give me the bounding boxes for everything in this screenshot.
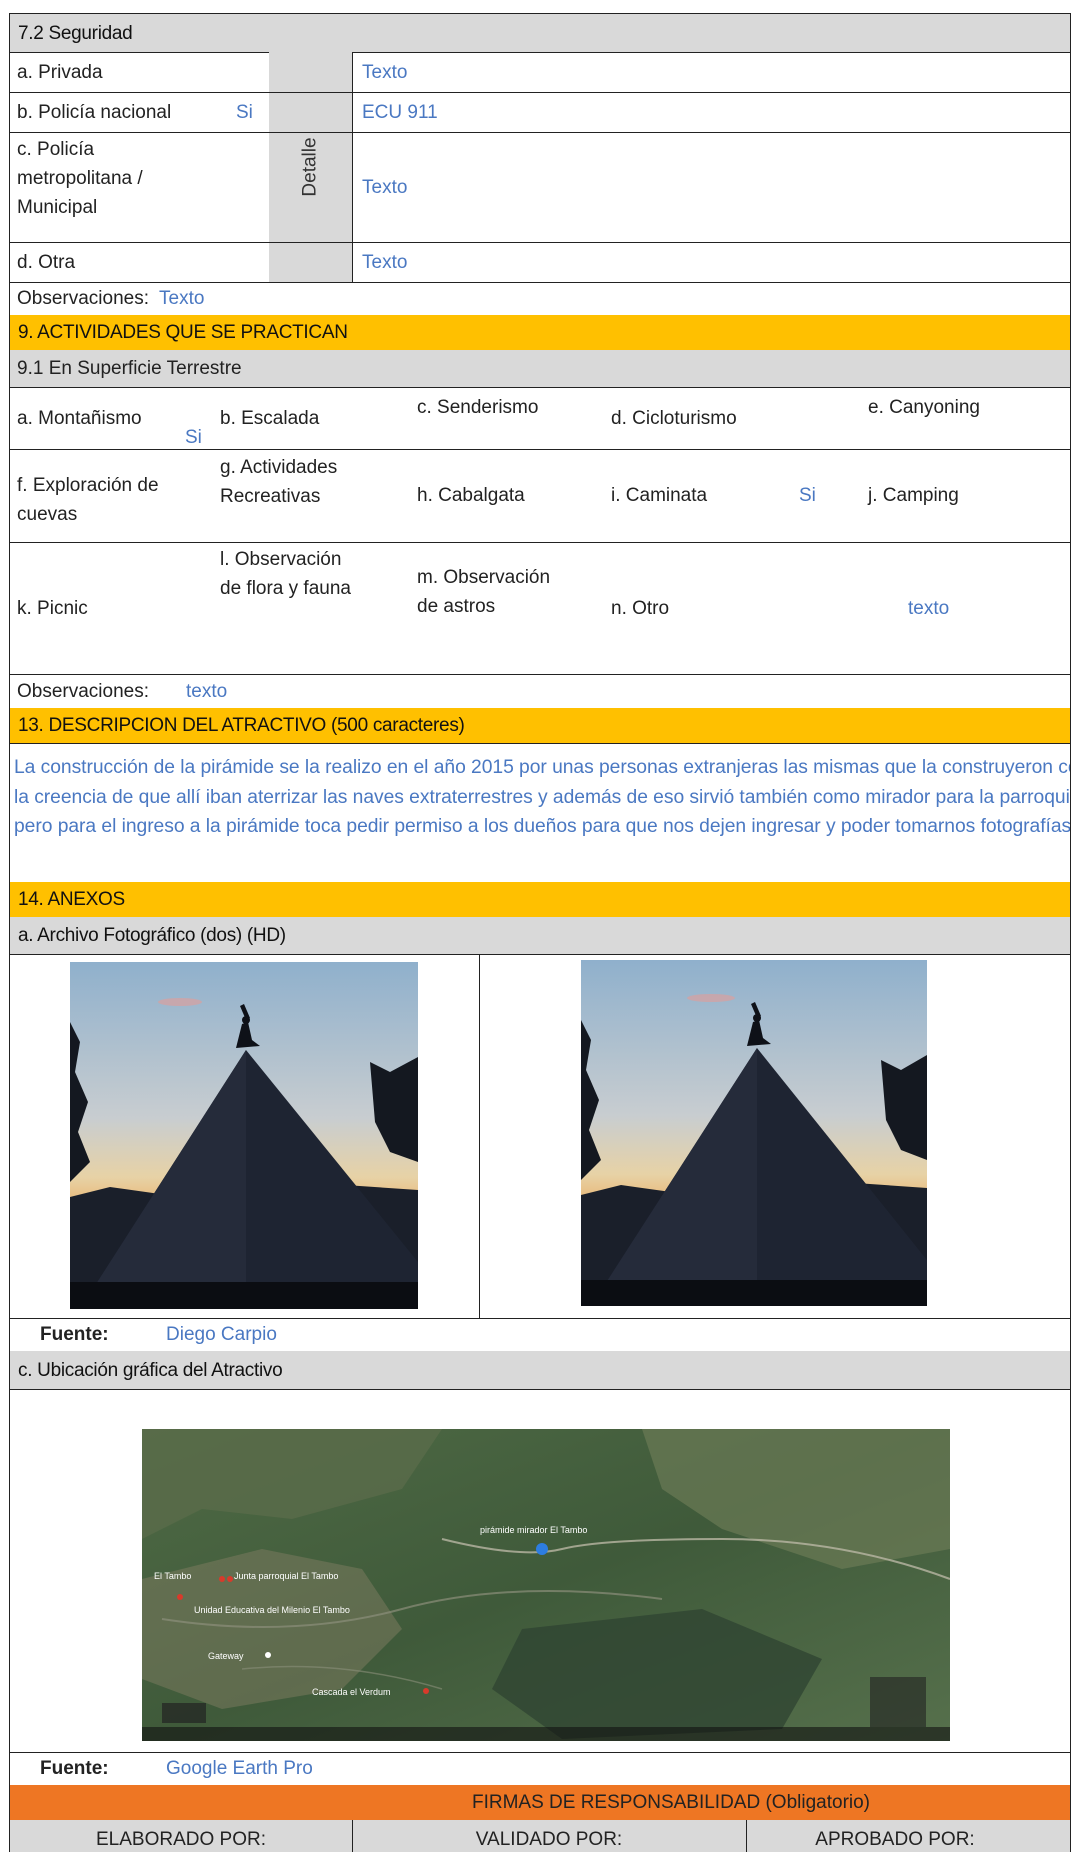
document-form: 7.2 Seguridad Detalle a. Privada Texto b… xyxy=(9,13,1071,1852)
map-label-town: El Tambo xyxy=(154,1571,192,1581)
section-title: 14. ANEXOS xyxy=(18,889,125,910)
actividad-cabalgata-label: h. Cabalgata xyxy=(417,485,525,506)
actividad-cicloturismo-label: d. Cicloturismo xyxy=(611,407,737,429)
actividad-astros-label: m. Observación de astros xyxy=(417,567,551,617)
photo-pyramid-2 xyxy=(581,960,927,1306)
actividad-montanismo-label: a. Montañismo xyxy=(17,407,142,429)
firmas-labels-row: ELABORADO POR: VALIDADO POR: APROBADO PO… xyxy=(9,1820,1071,1852)
pyramid-photo-image xyxy=(70,962,418,1309)
fuente-value[interactable]: Google Earth Pro xyxy=(166,1752,313,1785)
seguridad-table: Detalle a. Privada Texto b. Policía naci… xyxy=(9,52,1071,283)
map-row: pirámide mirador El Tambo El Tambo Junta… xyxy=(9,1389,1071,1753)
subsection-title: 9.1 En Superficie Terrestre xyxy=(17,358,242,379)
actividad-picnic-label: k. Picnic xyxy=(17,598,88,619)
archivo-fotografico-header: a. Archivo Fotográfico (dos) (HD) xyxy=(9,917,1071,955)
map-label-cascada: Cascada el Verdum xyxy=(312,1687,391,1697)
seguridad-label-policia-metropolitana: c. Policía metropolitana / Municipal xyxy=(17,139,143,218)
ubicacion-header: c. Ubicación gráfica del Atractivo xyxy=(9,1351,1071,1390)
observaciones-value[interactable]: texto xyxy=(186,674,227,708)
actividad-recreativas-label: g. Actividades Recreativas xyxy=(220,457,338,507)
map-pin-icon xyxy=(536,1543,548,1555)
seguridad-observaciones: Observaciones: Texto xyxy=(9,282,1071,316)
fuente-label: Fuente: xyxy=(40,1758,109,1779)
seguridad-value-policia-nacional[interactable]: Si xyxy=(236,92,253,132)
seguridad-label-privada: a. Privada xyxy=(17,61,103,83)
subsection-title: a. Archivo Fotográfico (dos) (HD) xyxy=(18,925,286,946)
map-image: pirámide mirador El Tambo El Tambo Junta… xyxy=(142,1429,950,1741)
map-label-unidad: Unidad Educativa del Milenio El Tambo xyxy=(194,1605,350,1615)
observaciones-value[interactable]: Texto xyxy=(159,282,204,315)
validado-label: VALIDADO POR: xyxy=(475,1829,623,1850)
fuente-foto-row: Fuente: Diego Carpio xyxy=(9,1318,1071,1352)
actividades-table: a. Montañismo Si b. Escalada c. Senderis… xyxy=(9,387,1071,675)
fuente-label: Fuente: xyxy=(40,1324,109,1345)
map-label-gateway: Gateway xyxy=(208,1651,244,1661)
section-title: 7.2 Seguridad xyxy=(18,22,133,44)
seguridad-label-otra: d. Otra xyxy=(17,251,76,273)
actividad-otro-value[interactable]: texto xyxy=(908,542,949,675)
fuente-mapa-row: Fuente: Google Earth Pro xyxy=(9,1752,1071,1786)
actividades-subheader: 9.1 En Superficie Terrestre xyxy=(9,350,1071,388)
subsection-title: c. Ubicación gráfica del Atractivo xyxy=(18,1359,283,1381)
actividad-canyoning-label: e. Canyoning xyxy=(868,397,980,418)
firmas-title: FIRMAS DE RESPONSABILIDAD (Obligatorio) xyxy=(471,1792,871,1813)
section-descripcion-header: 13. DESCRIPCION DEL ATRACTIVO (500 carac… xyxy=(9,708,1071,744)
actividad-caminata-value[interactable]: Si xyxy=(799,449,816,542)
actividad-caminata-label: i. Caminata xyxy=(611,485,708,506)
section-title: 13. DESCRIPCION DEL ATRACTIVO (500 carac… xyxy=(18,715,465,736)
section-anexos-header: 14. ANEXOS xyxy=(9,882,1071,918)
section-title: 9. ACTIVIDADES QUE SE PRACTICAN xyxy=(18,322,348,343)
actividad-cuevas-label: f. Exploración de cuevas xyxy=(17,475,159,525)
observaciones-label: Observaciones: xyxy=(17,680,150,702)
firmas-header: FIRMAS DE RESPONSABILIDAD (Obligatorio) xyxy=(9,1785,1071,1821)
pyramid-photo-image xyxy=(581,960,927,1306)
actividad-senderismo-label: c. Senderismo xyxy=(417,397,539,418)
actividad-otro-label: n. Otro xyxy=(611,598,670,619)
actividades-observaciones: Observaciones: texto xyxy=(9,674,1071,709)
section-seguridad-header: 7.2 Seguridad xyxy=(9,13,1071,53)
actividad-flora-fauna-label: l. Observación de flora y fauna xyxy=(220,549,351,599)
seguridad-detail-policia-metropolitana[interactable]: Texto xyxy=(362,132,407,242)
seguridad-label-policia-nacional: b. Policía nacional xyxy=(17,101,172,123)
satellite-map xyxy=(142,1429,950,1741)
actividad-montanismo-value[interactable]: Si xyxy=(185,426,202,449)
section-actividades-header: 9. ACTIVIDADES QUE SE PRACTICAN xyxy=(9,315,1071,351)
photo-pyramid-1 xyxy=(70,962,418,1309)
descripcion-text[interactable]: La construcción de la pirámide se la rea… xyxy=(14,753,1070,842)
observaciones-label: Observaciones: xyxy=(17,288,150,309)
map-label-pin: pirámide mirador El Tambo xyxy=(480,1525,588,1535)
actividad-escalada-label: b. Escalada xyxy=(220,407,320,429)
seguridad-detail-privada[interactable]: Texto xyxy=(362,52,407,92)
seguridad-detail-otra[interactable]: Texto xyxy=(362,242,407,282)
detalle-column: Detalle xyxy=(269,52,352,282)
descripcion-body: La construcción de la pirámide se la rea… xyxy=(9,743,1071,883)
elaborado-label: ELABORADO POR: xyxy=(96,1829,266,1850)
photo-row xyxy=(9,954,1071,1319)
seguridad-detail-policia-nacional[interactable]: ECU 911 xyxy=(362,92,438,132)
aprobado-label: APROBADO POR: xyxy=(815,1829,975,1850)
detalle-label: Detalle xyxy=(299,137,321,197)
fuente-value[interactable]: Diego Carpio xyxy=(166,1318,277,1351)
actividad-camping-label: j. Camping xyxy=(868,485,959,506)
map-label-junta: Junta parroquial El Tambo xyxy=(234,1571,339,1581)
